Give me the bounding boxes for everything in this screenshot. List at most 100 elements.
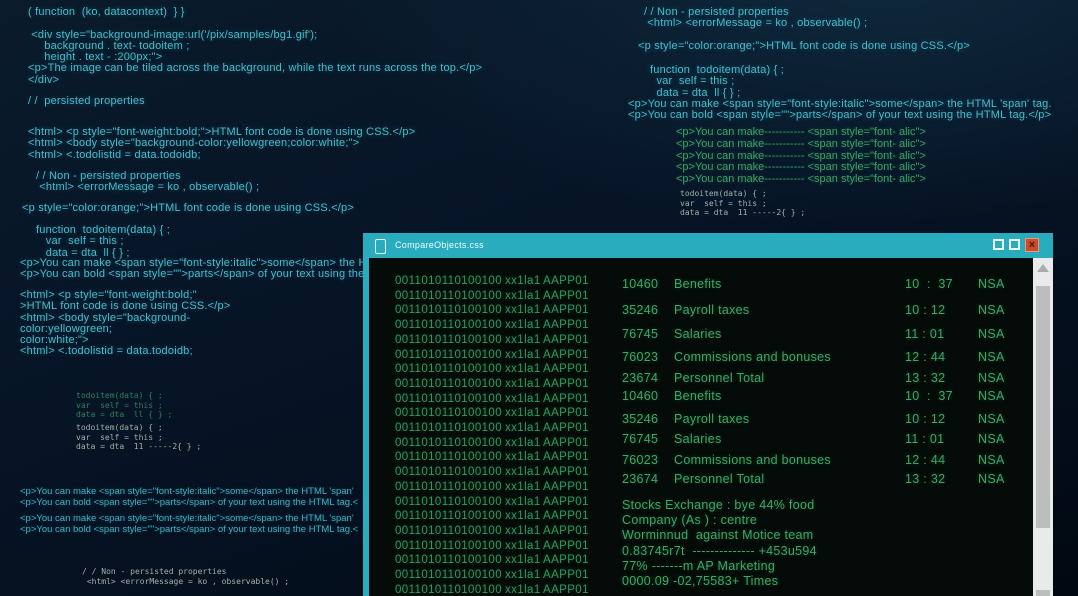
code-line: / / Non - persisted properties <box>644 6 867 17</box>
code-section-left-2: / / persisted properties <box>28 95 145 106</box>
code-line: color:white;"> <box>20 334 231 345</box>
binary-cell: xx1la1 <box>505 584 541 596</box>
ledger-amount: 76745 <box>622 327 658 341</box>
ledger-amount: 23674 <box>622 371 658 385</box>
ledger-time: 10 : 37 <box>905 277 953 291</box>
ledger-tag: NSA <box>978 327 1005 341</box>
compare-objects-window: CompareObjects.css × 0011010110100100xx1… <box>363 233 1053 596</box>
code-line: / / Non - persisted properties <box>82 567 289 577</box>
minimize-button[interactable] <box>993 239 1004 250</box>
code-line: <p>You can make <span style="font-style:… <box>20 513 358 524</box>
ledger-tag: NSA <box>978 303 1005 317</box>
binary-cell: xx1la1 <box>505 496 541 508</box>
code-line: <html> <errorMessage = ko , observable()… <box>36 181 259 192</box>
ledger-row: 10460Benefits10 : 37NSA <box>369 389 1053 404</box>
code-line: ( function (ko, datacontext) } } <box>28 6 482 17</box>
code-line: <p>You can make----------- <span style="… <box>676 161 926 173</box>
binary-cell: 0011010110100100 <box>395 496 502 508</box>
binary-cell: xx1la1 <box>505 540 541 552</box>
ledger-label: Commissions and bonuses <box>674 453 831 467</box>
scroll-up-arrow-icon[interactable] <box>1033 258 1053 278</box>
ticker-line: Stocks Exchange : bye 44% food <box>622 498 814 512</box>
binary-cell: 0011010110100100 <box>395 510 502 522</box>
ticker-line: 0.83745r7t -------------- +453u594 <box>622 544 817 558</box>
ledger-row: 76023Commissions and bonuses12 : 44NSA <box>369 350 1053 365</box>
desktop: { "colors": { "accent_teal": "#2aacbf", … <box>0 0 1078 596</box>
ledger-amount: 76023 <box>622 453 658 467</box>
code-line: function todoitem(data) { ; <box>650 64 784 75</box>
window-titlebar[interactable]: CompareObjects.css × <box>363 233 1053 258</box>
code-section-left-3: <html> <p style="font-weight:bold;">HTML… <box>28 126 415 160</box>
code-line: <div style="background-image:url('/pix/s… <box>28 29 482 40</box>
ledger-label: Payroll taxes <box>674 303 749 317</box>
code-section-left-11: <p>You can make <span style="font-style:… <box>20 486 358 508</box>
binary-cell: AAPP01 <box>543 569 589 581</box>
code-line: var self = this ; <box>680 199 805 209</box>
ledger-label: Salaries <box>674 327 722 341</box>
ledger-amount: 76745 <box>622 432 658 446</box>
code-line: >HTML font code is done using CSS.</p> <box>20 300 231 311</box>
ledger-row: 35246Payroll taxes10 : 12NSA <box>369 303 1053 318</box>
code-line <box>28 17 482 28</box>
code-section-right-4: <p>You can make <span style="font-style:… <box>628 98 1052 121</box>
code-line: <p style="color:orange;">HTML font code … <box>22 202 354 213</box>
code-line: var self = this ; <box>76 433 201 443</box>
close-button[interactable]: × <box>1025 238 1039 252</box>
ledger-time: 13 : 32 <box>905 371 945 385</box>
ledger-label: Personnel Total <box>674 371 764 385</box>
code-line: data = dta 11 -----2{ } ; <box>680 208 805 218</box>
ticker-line: 0000.09 -02,75583+ Times <box>622 574 778 588</box>
code-line: / / persisted properties <box>28 95 145 106</box>
binary-cell: AAPP01 <box>543 510 589 522</box>
binary-cell: AAPP01 <box>543 496 589 508</box>
code-line: <html> <body style="background- <box>20 312 231 323</box>
binary-cell: AAPP01 <box>543 525 589 537</box>
ledger-row: 10460Benefits10 : 37NSA <box>369 277 1053 292</box>
code-line: todoitem(data) { ; <box>680 189 805 199</box>
scrollbar-thumb[interactable] <box>1036 286 1050 528</box>
code-section-right-5: <p>You can make----------- <span style="… <box>676 126 926 185</box>
binary-cell: xx1la1 <box>505 525 541 537</box>
ledger-tag: NSA <box>978 472 1005 486</box>
code-section-left-1: ( function (ko, datacontext) } } <div st… <box>28 6 482 85</box>
code-line: <html> <.todolistid = data.todoidb; <box>20 345 231 356</box>
binary-cell: 0011010110100100 <box>395 569 502 581</box>
code-line: var self = this ; <box>36 235 170 246</box>
code-line: <p>You can make----------- <span style="… <box>676 138 926 150</box>
ledger-time: 10 : 37 <box>905 389 953 403</box>
code-section-right-3: function todoitem(data) { ; var self = t… <box>650 64 784 98</box>
code-line: height . text - :200px;"> <box>28 51 482 62</box>
code-line: <p>You can make----------- <span style="… <box>676 173 926 185</box>
ledger-tag: NSA <box>978 453 1005 467</box>
ledger-row: 76745Salaries11 : 01NSA <box>369 327 1053 342</box>
code-line: <p>You can make----------- <span style="… <box>676 150 926 162</box>
binary-cell: 0011010110100100 <box>395 540 502 552</box>
ledger-tag: NSA <box>978 412 1005 426</box>
ledger-amount: 10460 <box>622 277 658 291</box>
code-line: <p>You can bold <span style="">parts</sp… <box>628 109 1052 120</box>
scroll-down-button[interactable] <box>1036 590 1050 596</box>
ledger-row: 76745Salaries11 : 01NSA <box>369 432 1053 447</box>
code-line: var self = this ; <box>650 75 784 86</box>
code-line: background . text- todoitem ; <box>28 40 482 51</box>
code-section-left-5: <p style="color:orange;">HTML font code … <box>22 202 354 213</box>
ledger-tag: NSA <box>978 277 1005 291</box>
ledger-amount: 35246 <box>622 412 658 426</box>
code-line: <html> <.todolistid = data.todoidb; <box>28 149 415 160</box>
code-section-left-13: / / Non - persisted properties <html> <e… <box>82 567 289 586</box>
code-line: color:yellowgreen; <box>20 323 231 334</box>
ledger-tag: NSA <box>978 350 1005 364</box>
code-line: data = dta ll { } ; <box>650 87 784 98</box>
binary-cell: xx1la1 <box>505 554 541 566</box>
code-line: <p>You can make----------- <span style="… <box>676 126 926 138</box>
maximize-button[interactable] <box>1009 239 1020 250</box>
code-line: <html> <body style="background-color:yel… <box>28 137 415 148</box>
code-line: <p>You can bold <span style="">parts</sp… <box>20 524 358 535</box>
scrollbar[interactable] <box>1033 258 1053 596</box>
ledger-amount: 10460 <box>622 389 658 403</box>
ledger-tag: NSA <box>978 432 1005 446</box>
ledger-time: 12 : 44 <box>905 453 945 467</box>
code-section-left-6: function todoitem(data) { ; var self = t… <box>36 224 170 258</box>
ledger-row: 76023 Commissions and bonuses 12 : 44 NSA <box>369 453 1053 468</box>
binary-cell: 0011010110100100 <box>395 525 502 537</box>
